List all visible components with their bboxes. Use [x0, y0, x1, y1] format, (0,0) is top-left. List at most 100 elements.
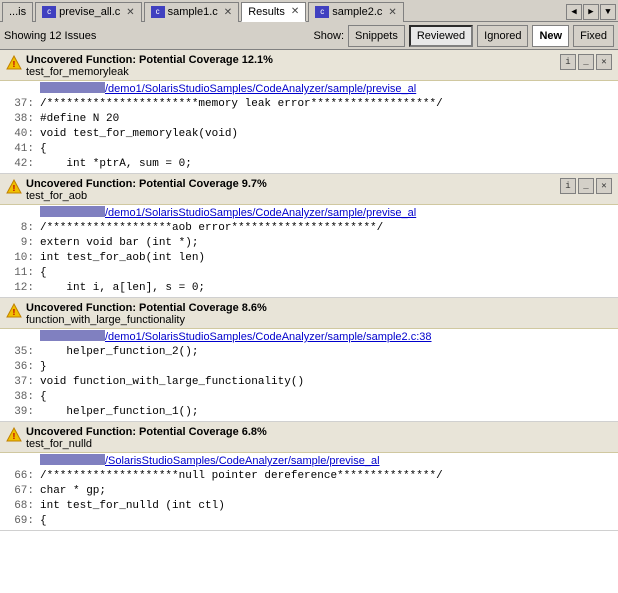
code-line: 42: int *ptrA, sum = 0;: [0, 157, 618, 172]
minimize-button[interactable]: _: [578, 54, 594, 70]
file-link[interactable]: /demo1/SolarisStudioSamples/CodeAnalyzer…: [105, 82, 416, 97]
tab-results-close[interactable]: ✕: [291, 6, 299, 17]
warning-icon: !: [6, 427, 22, 443]
issue-block: ! Uncovered Function: Potential Coverage…: [0, 422, 618, 531]
tab-is[interactable]: ...is: [2, 2, 33, 22]
issue-title-block: Uncovered Function: Potential Coverage 8…: [26, 302, 608, 326]
svg-text:!: !: [11, 308, 16, 318]
show-label: Show:: [313, 30, 344, 42]
file-link[interactable]: /demo1/SolarisStudioSamples/CodeAnalyzer…: [105, 206, 416, 221]
filter-ignored[interactable]: Ignored: [477, 25, 528, 47]
warning-icon: !: [6, 303, 22, 319]
tab-previse-close[interactable]: ✕: [126, 7, 134, 18]
tab-previse[interactable]: c previse_all.c ✕: [35, 2, 142, 22]
tab-sample2-label: sample2.c: [332, 6, 382, 18]
tab-sample1[interactable]: c sample1.c ✕: [144, 2, 240, 22]
code-line: 40: void test_for_memoryleak(void): [0, 127, 618, 142]
tab-previse-label: previse_all.c: [59, 6, 120, 18]
code-area: /demo1/SolarisStudioSamples/CodeAnalyzer…: [0, 329, 618, 421]
file-link-line: /demo1/SolarisStudioSamples/CodeAnalyzer…: [0, 82, 618, 97]
file-prefix-bar: [40, 206, 105, 217]
file-prefix-bar: [40, 454, 105, 465]
issue-subtitle: function_with_large_functionality: [26, 314, 608, 326]
tab-scroll-right[interactable]: ▶: [583, 4, 599, 20]
tab-sample2-icon: c: [315, 6, 329, 18]
code-line: 68: int test_for_nulld (int ctl): [0, 499, 618, 514]
code-line: 37: void function_with_large_functionali…: [0, 375, 618, 390]
minimize-button[interactable]: _: [578, 178, 594, 194]
issues-list[interactable]: ! Uncovered Function: Potential Coverage…: [0, 50, 618, 593]
code-area: /SolarisStudioSamples/CodeAnalyzer/sampl…: [0, 453, 618, 530]
tab-previse-icon: c: [42, 6, 56, 18]
warning-icon: !: [6, 55, 22, 71]
code-line: 9: extern void bar (int *);: [0, 236, 618, 251]
issues-count: Showing 12 Issues: [4, 30, 96, 42]
code-line: 12: int i, a[len], s = 0;: [0, 281, 618, 296]
info-button[interactable]: i: [560, 178, 576, 194]
issue-header: ! Uncovered Function: Potential Coverage…: [0, 298, 618, 329]
tab-scroll-left[interactable]: ◀: [566, 4, 582, 20]
tab-sample1-label: sample1.c: [168, 6, 218, 18]
issue-header: ! Uncovered Function: Potential Coverage…: [0, 174, 618, 205]
issue-subtitle: test_for_nulld: [26, 438, 608, 450]
tab-results-label: Results: [248, 6, 285, 18]
code-line: 38: {: [0, 390, 618, 405]
toolbar: Showing 12 Issues Show: Snippets Reviewe…: [0, 22, 618, 50]
code-line: 66: /********************null pointer de…: [0, 469, 618, 484]
filter-snippets[interactable]: Snippets: [348, 25, 405, 47]
file-link[interactable]: /demo1/SolarisStudioSamples/CodeAnalyzer…: [105, 330, 432, 345]
code-line: 36: }: [0, 360, 618, 375]
issue-subtitle: test_for_aob: [26, 190, 556, 202]
issue-block: ! Uncovered Function: Potential Coverage…: [0, 298, 618, 422]
tab-sample1-icon: c: [151, 6, 165, 18]
tab-sample2[interactable]: c sample2.c ✕: [308, 2, 404, 22]
code-line: 11: {: [0, 266, 618, 281]
code-line: 8: /*******************aob error********…: [0, 221, 618, 236]
tab-nav: ◀ ▶ ▼: [566, 4, 616, 20]
issue-actions: i _ ✕: [560, 54, 612, 70]
code-line: 41: {: [0, 142, 618, 157]
code-area: /demo1/SolarisStudioSamples/CodeAnalyzer…: [0, 81, 618, 173]
file-link-line: /SolarisStudioSamples/CodeAnalyzer/sampl…: [0, 454, 618, 469]
svg-text:!: !: [11, 432, 16, 442]
file-link-line: /demo1/SolarisStudioSamples/CodeAnalyzer…: [0, 330, 618, 345]
tab-menu[interactable]: ▼: [600, 4, 616, 20]
file-link-line: /demo1/SolarisStudioSamples/CodeAnalyzer…: [0, 206, 618, 221]
svg-text:!: !: [11, 60, 16, 70]
code-area: /demo1/SolarisStudioSamples/CodeAnalyzer…: [0, 205, 618, 297]
close-button[interactable]: ✕: [596, 178, 612, 194]
issue-block: ! Uncovered Function: Potential Coverage…: [0, 50, 618, 174]
close-button[interactable]: ✕: [596, 54, 612, 70]
code-line: 69: {: [0, 514, 618, 529]
svg-text:!: !: [11, 184, 16, 194]
code-line: 67: char * gp;: [0, 484, 618, 499]
code-line: 10: int test_for_aob(int len): [0, 251, 618, 266]
info-button[interactable]: i: [560, 54, 576, 70]
issue-header: ! Uncovered Function: Potential Coverage…: [0, 50, 618, 81]
issue-title: Uncovered Function: Potential Coverage 6…: [26, 426, 608, 438]
issue-subtitle: test_for_memoryleak: [26, 66, 556, 78]
file-prefix-bar: [40, 82, 105, 93]
issue-block: ! Uncovered Function: Potential Coverage…: [0, 174, 618, 298]
tab-sample1-close[interactable]: ✕: [224, 7, 232, 18]
main-content: ! Uncovered Function: Potential Coverage…: [0, 50, 618, 593]
issue-header: ! Uncovered Function: Potential Coverage…: [0, 422, 618, 453]
file-prefix-bar: [40, 330, 105, 341]
tab-sample2-close[interactable]: ✕: [388, 7, 396, 18]
tab-results[interactable]: Results ✕: [241, 2, 306, 22]
filter-reviewed[interactable]: Reviewed: [409, 25, 473, 47]
file-link[interactable]: /SolarisStudioSamples/CodeAnalyzer/sampl…: [105, 454, 380, 469]
filter-new[interactable]: New: [532, 25, 569, 47]
code-line: 37: /***********************memory leak …: [0, 97, 618, 112]
tab-is-label: ...is: [9, 6, 26, 18]
issue-title-block: Uncovered Function: Potential Coverage 1…: [26, 54, 556, 78]
issue-title: Uncovered Function: Potential Coverage 1…: [26, 54, 556, 66]
code-line: 39: helper_function_1();: [0, 405, 618, 420]
filter-fixed[interactable]: Fixed: [573, 25, 614, 47]
warning-icon: !: [6, 179, 22, 195]
tab-bar: ...is c previse_all.c ✕ c sample1.c ✕ Re…: [0, 0, 618, 22]
issue-title-block: Uncovered Function: Potential Coverage 6…: [26, 426, 608, 450]
code-line: 35: helper_function_2();: [0, 345, 618, 360]
issue-title: Uncovered Function: Potential Coverage 9…: [26, 178, 556, 190]
code-line: 38: #define N 20: [0, 112, 618, 127]
